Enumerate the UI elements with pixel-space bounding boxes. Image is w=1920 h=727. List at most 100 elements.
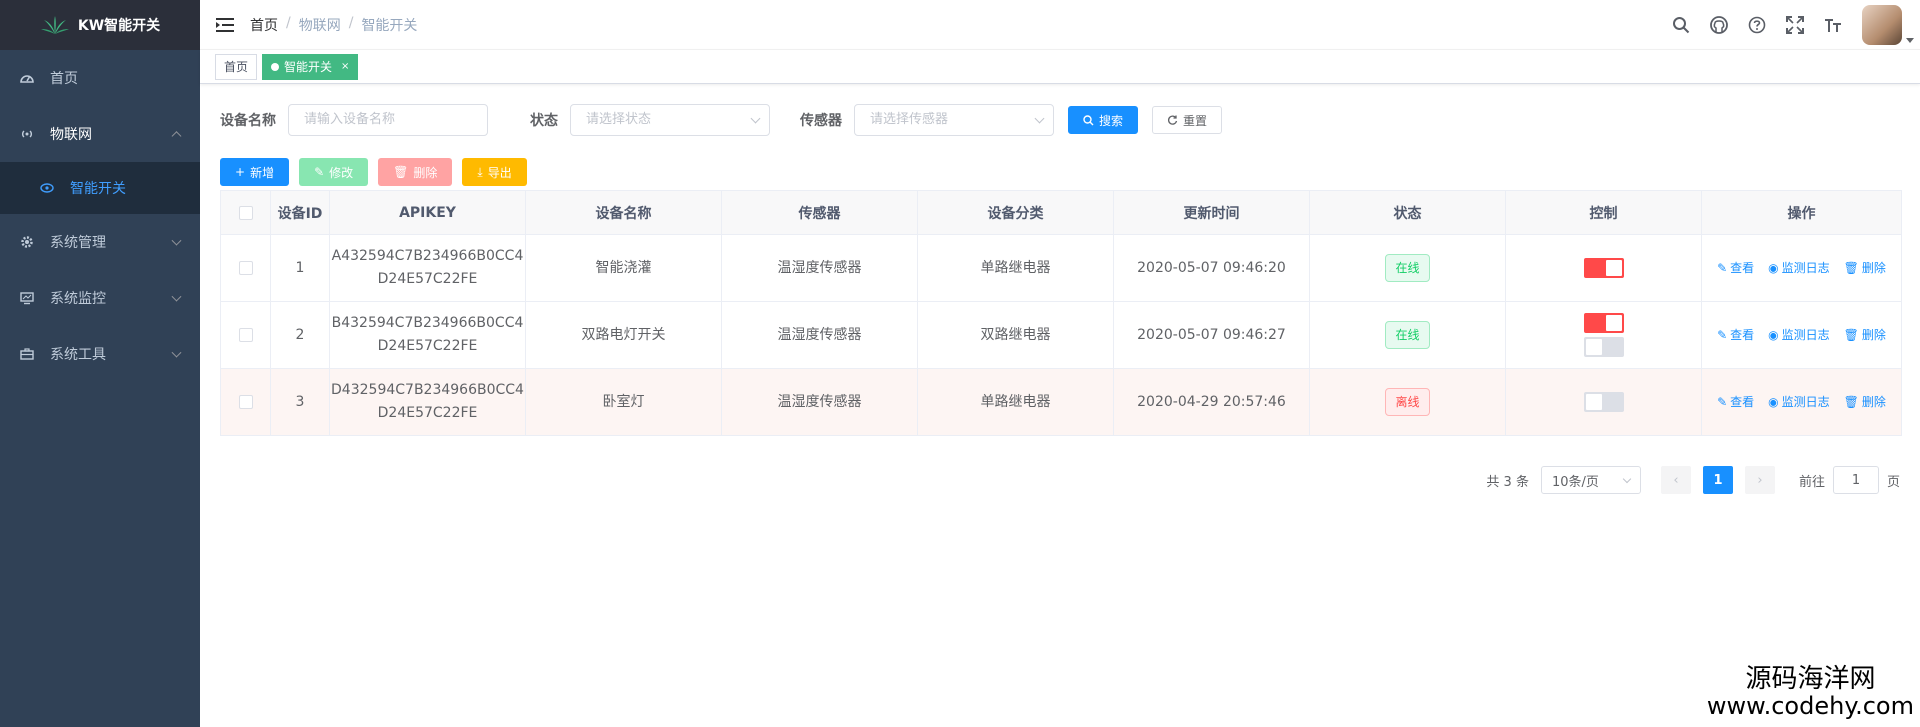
delete-action[interactable]: 🗑 删除 [1844, 257, 1886, 280]
column-header: 设备分类 [917, 190, 1114, 235]
toolbox-icon [20, 347, 34, 361]
delete-button[interactable]: 🗑 删除 [378, 158, 453, 186]
search-button-label: 搜索 [1099, 113, 1124, 128]
tag-smart-switch[interactable]: 智能开关 × [262, 53, 359, 80]
goto-label: 前往 [1798, 474, 1825, 490]
breadcrumb-separator: / [286, 14, 291, 31]
sidebar-item-system-tools[interactable]: 系统工具 [0, 326, 200, 382]
hamburger-icon[interactable] [216, 17, 234, 33]
apikey-line: D24E57C22FE [377, 271, 478, 287]
search-icon[interactable] [1672, 16, 1690, 34]
current-page[interactable]: 1 [1702, 466, 1733, 494]
control-switch[interactable] [1583, 391, 1624, 412]
delete-action[interactable]: 🗑 删除 [1844, 324, 1886, 347]
goto-input[interactable]: 1 [1832, 466, 1879, 494]
watermark: 源码海洋网 www.codehy.com [1707, 665, 1914, 719]
sidebar-item-smart-switch[interactable]: 智能开关 [0, 162, 200, 214]
device-name-cell: 智能浇灌 [525, 234, 722, 302]
fullscreen-icon[interactable] [1786, 16, 1804, 34]
column-header: APIKEY [329, 190, 526, 235]
log-label: 监测日志 [1781, 394, 1830, 409]
select-all-checkbox[interactable] [220, 190, 271, 235]
github-icon[interactable] [1710, 16, 1728, 34]
update-time-cell: 2020-04-29 20:57:46 [1113, 368, 1310, 436]
monitor-icon [20, 291, 34, 305]
row-actions: ✎ 查看 ◉ 监测日志 🗑 删除 [1702, 391, 1901, 414]
column-header: 设备ID [270, 190, 330, 235]
sensor-cell: 温湿度传感器 [721, 234, 918, 302]
caret-down-icon [1906, 38, 1914, 43]
sensor-select[interactable]: 请选择传感器 [854, 104, 1054, 136]
status-badge: 离线 [1385, 388, 1430, 416]
page-size-value: 10条/页 [1551, 474, 1599, 490]
right-menu [1672, 0, 1914, 50]
switch-knob [1585, 393, 1602, 410]
navbar: 首页 / 物联网 / 智能开关 [200, 0, 1920, 50]
search-form: 设备名称 请输入设备名称 状态 请选择状态 传感器 请选择传感器 搜索 重置 [220, 104, 1900, 136]
row-checkbox[interactable] [238, 260, 253, 275]
help-icon[interactable] [1748, 16, 1766, 34]
tag-home[interactable]: 首页 [215, 53, 258, 80]
sidebar-item-label: 系统工具 [50, 347, 106, 363]
table-row[interactable]: 2 B432594C7B234966B0CC4 D24E57C22FE 双路电灯开… [220, 301, 1902, 369]
control-switch[interactable] [1583, 337, 1624, 357]
breadcrumb: 首页 / 物联网 / 智能开关 [250, 15, 417, 35]
edit-button[interactable]: ✎ 修改 [299, 158, 369, 186]
reset-button[interactable]: 重置 [1152, 106, 1223, 134]
device-table: 设备ID APIKEY 设备名称 传感器 设备分类 更新时间 状态 控制 操作 … [220, 190, 1902, 436]
column-header: 状态 [1309, 190, 1506, 235]
sidebar-item-iot[interactable]: 物联网 [0, 106, 200, 162]
page-size-select[interactable]: 10条/页 [1540, 466, 1641, 494]
update-time-cell: 2020-05-07 09:46:20 [1113, 234, 1310, 302]
sidebar-item-home[interactable]: 首页 [0, 50, 200, 106]
add-button-label: 新增 [250, 165, 275, 180]
device-name-cell: 双路电灯开关 [525, 301, 722, 369]
close-icon[interactable]: × [341, 55, 349, 79]
font-size-icon[interactable] [1824, 16, 1842, 34]
logo: KW智能开关 [0, 0, 200, 50]
avatar[interactable] [1862, 5, 1914, 45]
view-action[interactable]: ✎ 查看 [1717, 391, 1754, 414]
delete-action[interactable]: 🗑 删除 [1844, 391, 1886, 414]
table-row[interactable]: 1 A432594C7B234966B0CC4 D24E57C22FE 智能浇灌 … [220, 234, 1902, 302]
control-switch[interactable] [1583, 257, 1624, 278]
submenu-iot: 智能开关 [0, 162, 200, 214]
plus-icon: + [235, 165, 246, 179]
search-icon [1083, 114, 1094, 125]
column-header: 控制 [1505, 190, 1702, 235]
device-name-input[interactable]: 请输入设备名称 [288, 104, 488, 136]
export-button[interactable]: ⤓ 导出 [462, 158, 527, 186]
edit-icon: ✎ [1717, 327, 1728, 342]
row-checkbox[interactable] [238, 394, 253, 409]
checkbox[interactable] [238, 205, 253, 220]
sidebar-item-system-manage[interactable]: 系统管理 [0, 214, 200, 270]
sidebar-item-system-monitor[interactable]: 系统监控 [0, 270, 200, 326]
row-actions: ✎ 查看 ◉ 监测日志 🗑 删除 [1702, 257, 1901, 280]
status-select[interactable]: 请选择状态 [570, 104, 770, 136]
prev-page-button[interactable]: ‹ [1660, 466, 1691, 494]
apikey-line: B432594C7B234966B0CC4 [331, 315, 524, 331]
add-button[interactable]: + 新增 [220, 158, 290, 186]
breadcrumb-item[interactable]: 首页 [250, 15, 278, 35]
log-action[interactable]: ◉ 监测日志 [1768, 257, 1830, 280]
chevron-down-icon [171, 347, 182, 358]
row-checkbox[interactable] [238, 327, 253, 342]
category-cell: 双路继电器 [917, 301, 1114, 369]
pagination: 共 3 条 10条/页 ‹ 1 › 前往 1 页 [220, 466, 1900, 494]
log-action[interactable]: ◉ 监测日志 [1768, 324, 1830, 347]
status-badge: 在线 [1385, 321, 1430, 349]
control-switch[interactable] [1583, 313, 1624, 333]
search-button[interactable]: 搜索 [1068, 106, 1139, 134]
category-cell: 单路继电器 [917, 368, 1114, 436]
chevron-down-icon [1622, 474, 1632, 484]
refresh-icon [1168, 115, 1178, 125]
table-row[interactable]: 3 D432594C7B234966B0CC4 D24E57C22FE 卧室灯 温… [220, 368, 1902, 436]
sensor-cell: 温湿度传感器 [721, 368, 918, 436]
trash-icon: 🗑 [393, 165, 409, 179]
view-action[interactable]: ✎ 查看 [1717, 324, 1754, 347]
log-action[interactable]: ◉ 监测日志 [1768, 391, 1830, 414]
next-page-button[interactable]: › [1744, 466, 1775, 494]
view-action[interactable]: ✎ 查看 [1717, 257, 1754, 280]
content: 设备名称 请输入设备名称 状态 请选择状态 传感器 请选择传感器 搜索 重置 +… [200, 84, 1920, 514]
chevron-down-icon [750, 113, 761, 124]
